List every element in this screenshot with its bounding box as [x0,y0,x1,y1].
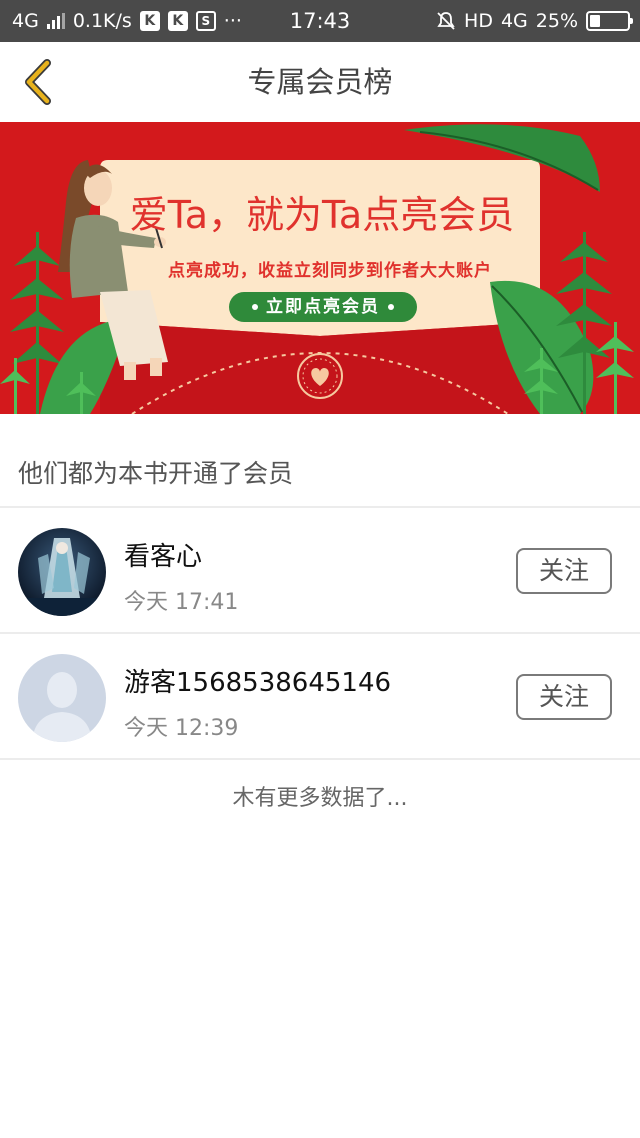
list-item[interactable]: 看客心 今天 17:41 关注 [0,508,640,634]
dot-icon [388,304,394,310]
more-notifications-icon: ··· [223,10,242,32]
member-name: 游客1568538645146 [124,668,392,698]
section-title: 他们都为本书开通了会员 [18,459,294,488]
promo-banner[interactable]: 爱Ta，就为Ta点亮会员 点亮成功，收益立刻同步到作者大大账户 立即点亮会员 [0,122,640,414]
no-more-data-text: 木有更多数据了... [232,786,408,811]
section-header: 他们都为本书开通了会员 [0,414,640,508]
network-type: 4G [12,10,39,32]
default-avatar-icon [18,654,106,742]
avatar[interactable] [18,654,106,742]
status-left: 4G 0.1K/s K K S ··· [12,10,436,32]
light-up-membership-label: 立即点亮会员 [266,297,380,317]
dot-icon [252,304,258,310]
signal-icon [46,13,65,29]
member-name: 看客心 [124,542,203,572]
follow-button[interactable]: 关注 [516,674,612,720]
avatar[interactable] [18,528,106,616]
anime-avatar-image [18,528,106,616]
mute-alarm-icon [437,12,455,30]
battery-icon [586,11,633,31]
member-time: 今天 17:41 [124,590,239,615]
banner-subtitle: 点亮成功，收益立刻同步到作者大大账户 [168,261,492,281]
status-right: HD 4G 25% [436,10,633,32]
network-speed: 0.1K/s [72,10,132,32]
member-time: 今天 12:39 [124,716,239,741]
banner-title: 爱Ta，就为Ta点亮会员 [129,193,515,237]
battery-percent: 25% [535,10,578,32]
page-title: 专属会员榜 [247,65,393,99]
k-app-icon: K [139,11,160,31]
light-up-membership-button[interactable]: 立即点亮会员 [229,292,417,322]
s-app-icon: S [195,11,216,31]
hd-badge: HD [464,10,493,32]
network-type-right: 4G [500,10,528,32]
status-bar: 4G 0.1K/s K K S ··· 17:43 HD 4G 25% [0,0,640,42]
k-app-icon-2: K [167,11,188,31]
nav-bar: 专属会员榜 [0,42,640,122]
follow-button[interactable]: 关注 [516,548,612,594]
list-item[interactable]: 游客1568538645146 今天 12:39 关注 [0,634,640,760]
